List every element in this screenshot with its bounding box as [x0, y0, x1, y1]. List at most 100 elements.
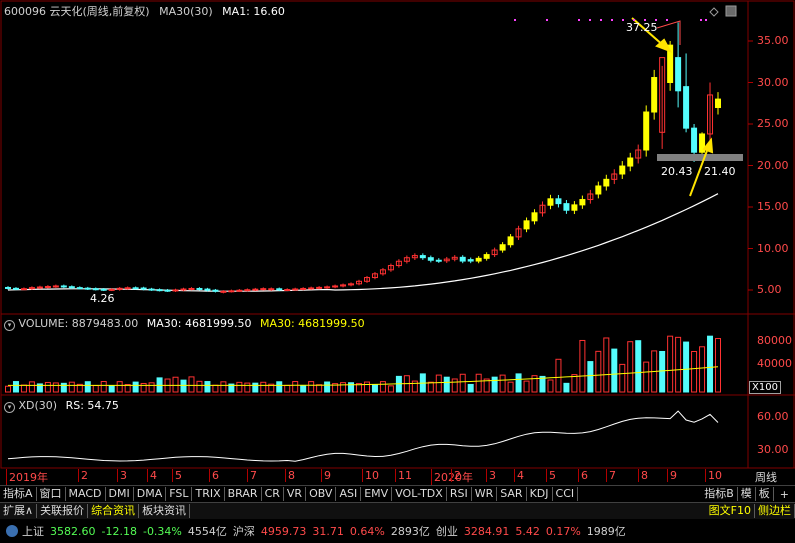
volume-bar	[499, 374, 506, 393]
cy-pct: 0.17%	[545, 524, 581, 538]
candle-body	[523, 220, 530, 230]
indicator-tab[interactable]: TRIX	[192, 487, 225, 501]
xd-icon[interactable]: ▾	[4, 402, 15, 413]
indicator-tab[interactable]: ASI	[336, 487, 362, 501]
signal-dot	[666, 19, 668, 21]
bottom-tab[interactable]: 板块资讯	[139, 504, 191, 518]
bottom-tab[interactable]: 关联报价	[37, 504, 89, 518]
volume-bar	[603, 337, 610, 393]
candle-body	[603, 178, 610, 187]
signal-dot	[611, 19, 613, 21]
volume-bar	[379, 381, 386, 393]
sh-change: -12.18	[101, 524, 137, 538]
kline-chart[interactable]	[0, 0, 795, 543]
indicator-tab[interactable]: FSL	[166, 487, 193, 501]
volume-bar	[316, 384, 323, 393]
volume-icon[interactable]: ▾	[4, 320, 15, 331]
volume-bar	[459, 373, 466, 393]
bottom-tab[interactable]: 扩展∧	[0, 504, 38, 518]
sh-label[interactable]: 上证	[22, 523, 44, 539]
sh-amount: 4554亿	[187, 525, 227, 538]
volume-bar	[427, 381, 434, 393]
volume-bar	[68, 381, 75, 393]
volume-bar	[28, 381, 35, 393]
signal-dot	[546, 19, 548, 21]
volume-bar	[100, 381, 107, 393]
bottom-right-tab[interactable]: 侧边栏	[755, 504, 795, 518]
indicator-tab[interactable]: 指标A	[0, 487, 37, 501]
volume-bar	[236, 381, 243, 393]
candle-body	[180, 288, 187, 291]
candle-body	[52, 285, 59, 288]
indicator-tab[interactable]: CCI	[553, 487, 579, 501]
indicator-tab[interactable]: OBV	[306, 487, 337, 501]
settings-icon[interactable]	[6, 525, 18, 537]
sz-amount: 2893亿	[390, 525, 430, 538]
period-label[interactable]: 周线	[755, 469, 777, 485]
candle-body	[643, 111, 650, 151]
indicator-tab[interactable]: MACD	[66, 487, 106, 501]
indicator-tab[interactable]: SAR	[497, 487, 527, 501]
volume-bar	[443, 376, 450, 393]
indicator-right-tab[interactable]: 模	[738, 487, 756, 501]
sz-value: 4959.73	[260, 524, 307, 538]
time-tick: 10	[705, 469, 722, 482]
indicator-right-tab[interactable]: 板	[756, 487, 774, 501]
indicator-tab[interactable]: CR	[262, 487, 284, 501]
ma30-polyline	[7, 193, 719, 292]
candle-body	[284, 289, 291, 292]
indicator-tab[interactable]: KDJ	[527, 487, 553, 501]
volume-bar	[467, 383, 474, 393]
indicator-tab[interactable]: DMI	[106, 487, 134, 501]
volume-bar	[148, 382, 155, 393]
volume-tick: 80000	[757, 333, 792, 347]
indicator-tab[interactable]: DMA	[134, 487, 167, 501]
volume-bar	[699, 346, 706, 393]
candle-body	[475, 257, 482, 262]
indicator-tab[interactable]: EMV	[361, 487, 393, 501]
candle-body	[547, 198, 554, 206]
indicator-tab[interactable]: 窗口	[37, 487, 66, 501]
time-tick: 2	[78, 469, 88, 482]
volume-bar	[587, 361, 594, 393]
bottom-right-tab[interactable]: 图文F10	[706, 504, 755, 518]
low-price-label-a: 20.43	[661, 165, 693, 178]
signal-dot	[578, 19, 580, 21]
panel-controls[interactable]	[709, 5, 737, 17]
sz-label[interactable]: 沪深	[233, 523, 255, 539]
candle-body	[571, 204, 578, 211]
price-tick: 10.00	[757, 241, 789, 255]
time-tick: 9	[667, 469, 677, 482]
indicator-tab[interactable]: VR	[284, 487, 307, 501]
candle-body	[316, 286, 323, 289]
candle-body	[228, 290, 235, 293]
candle-body	[467, 259, 474, 262]
candle-body	[691, 127, 698, 153]
bottom-tab[interactable]: 综合资讯	[88, 504, 140, 518]
indicator-tab[interactable]: RSI	[447, 487, 472, 501]
indicator-tab[interactable]: VOL-TDX	[392, 487, 447, 501]
volume-bar	[244, 382, 251, 393]
candle-body	[435, 259, 442, 262]
volume-bar	[204, 381, 211, 393]
candle-body	[260, 288, 267, 291]
indicator-tab[interactable]: WR	[472, 487, 498, 501]
add-icon[interactable]: +	[774, 488, 795, 501]
volume-bar	[667, 335, 674, 393]
cy-label[interactable]: 创业	[436, 523, 458, 539]
volume-unit-label: X100	[749, 381, 781, 394]
candle-body	[92, 288, 99, 291]
volume-bar	[691, 350, 698, 393]
time-tick: 7	[606, 469, 616, 482]
indicator-tab[interactable]: BRAR	[225, 487, 262, 501]
sh-pct: -0.34%	[142, 524, 182, 538]
bottom-tabbar: 扩展∧ 关联报价 综合资讯 板块资讯 图文F10 侧边栏	[0, 502, 795, 519]
signal-dot	[514, 19, 516, 21]
candle-body	[156, 289, 163, 292]
time-tick: 5	[172, 469, 182, 482]
indicator-right-tab[interactable]: 指标B	[701, 487, 738, 501]
price-tick: 35.00	[757, 34, 789, 47]
time-tick: 4	[514, 469, 524, 482]
candle-body	[427, 257, 434, 261]
candle-body	[619, 165, 626, 175]
